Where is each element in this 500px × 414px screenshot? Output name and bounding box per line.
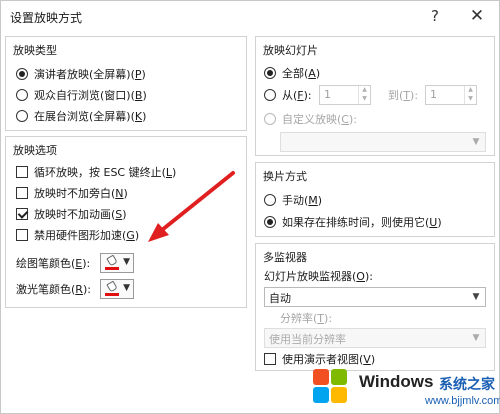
- watermark-url: www.bjjmlv.com: [425, 395, 500, 407]
- red-arrow-annotation: [148, 171, 235, 242]
- watermark-brand: Windows: [359, 372, 434, 391]
- watermark-site-name: 系统之家: [439, 377, 495, 393]
- show-setup-dialog: 设置放映方式 ? ✕ 放映类型 演讲者放映(全屏幕)(P) 观众自行浏览(窗口)…: [0, 0, 500, 414]
- watermark: Windows 系统之家 www.bjjmlv.com: [301, 363, 500, 414]
- windows-logo-icon: [309, 365, 351, 407]
